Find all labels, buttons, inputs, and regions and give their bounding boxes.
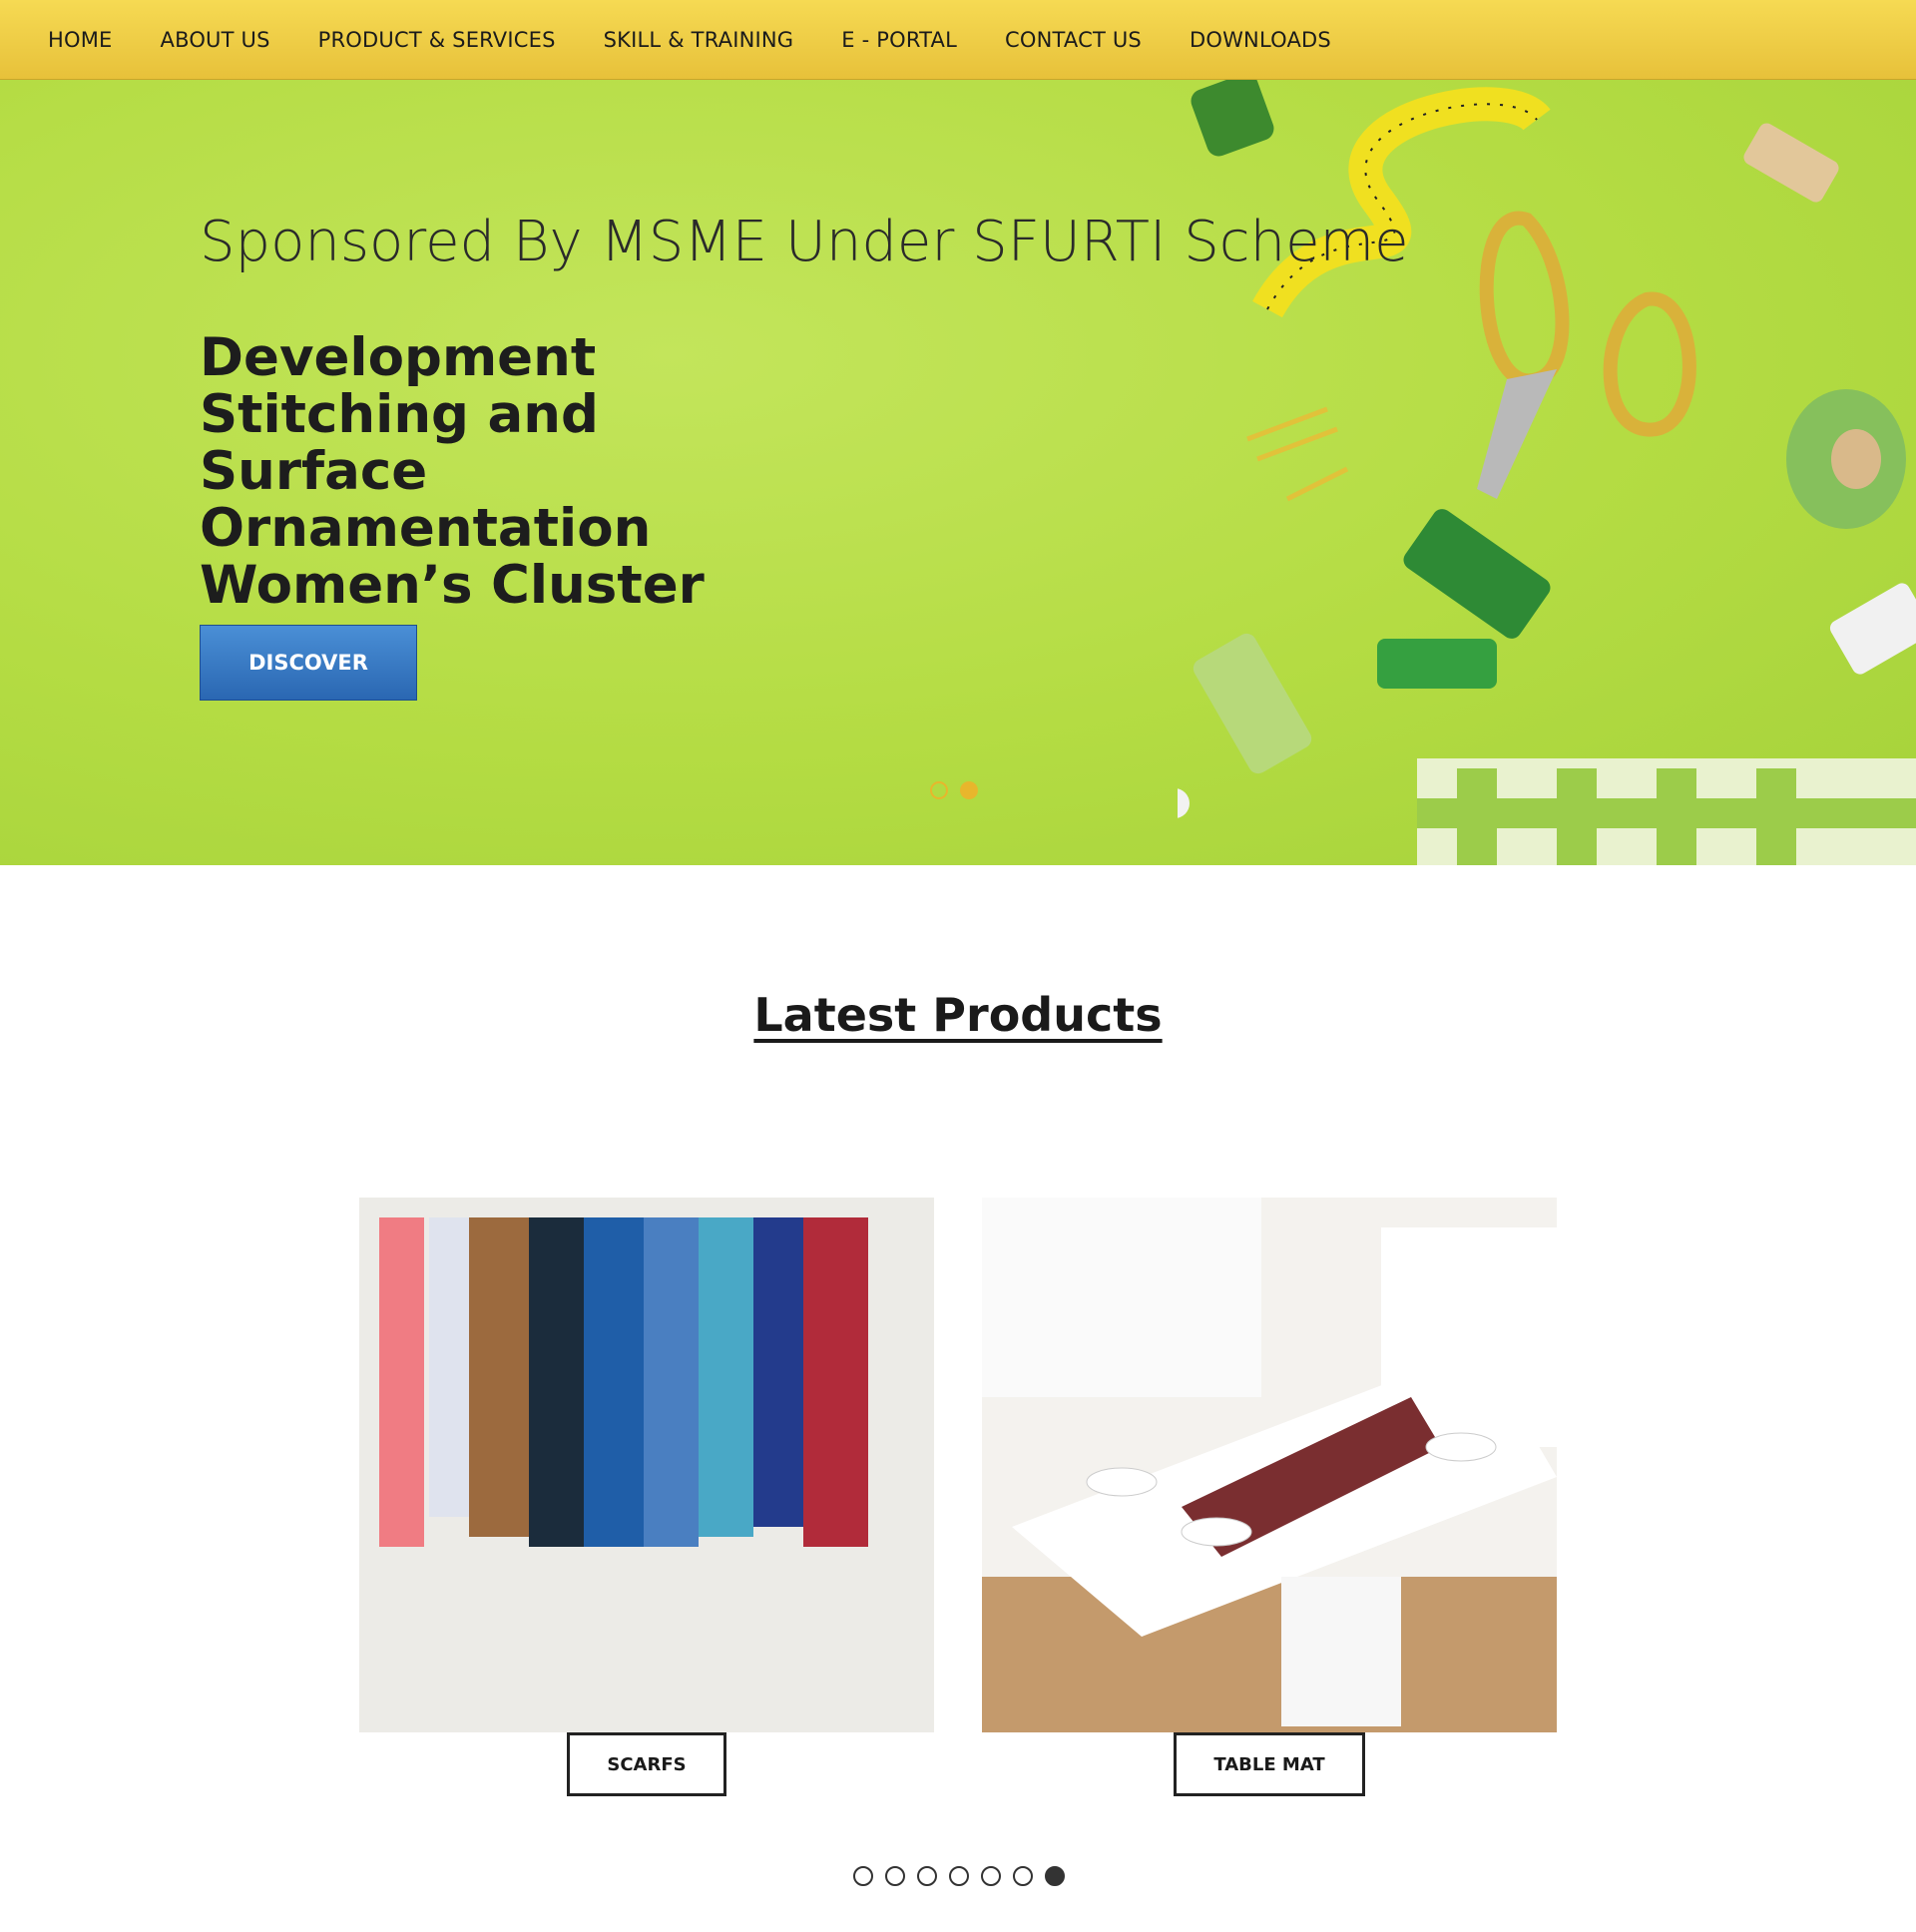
products-dot-3[interactable]	[917, 1866, 937, 1886]
nav-about-us[interactable]: ABOUT US	[161, 28, 270, 52]
nav-skill-training[interactable]: SKILL & TRAINING	[604, 28, 794, 52]
hero-banner: Sponsored By MSME Under SFURTI Scheme De…	[0, 80, 1916, 865]
product-card-table-mat[interactable]	[982, 1198, 1557, 1732]
products-dot-5[interactable]	[981, 1866, 1001, 1886]
top-navigation: HOME ABOUT US PRODUCT & SERVICES SKILL &…	[0, 0, 1916, 80]
hero-dot-1[interactable]	[930, 781, 948, 799]
nav-contact-us[interactable]: CONTACT US	[1005, 28, 1142, 52]
hero-dot-2[interactable]	[960, 781, 978, 799]
products-dot-1[interactable]	[853, 1866, 873, 1886]
products-dot-7[interactable]	[1045, 1866, 1065, 1886]
nav-home[interactable]: HOME	[48, 28, 113, 52]
table-mat-button[interactable]: TABLE MAT	[1174, 1732, 1365, 1796]
scarfs-photo	[359, 1198, 934, 1732]
hero-title: Development Stitching and Surface Orname…	[200, 327, 705, 616]
nav-menu: HOME ABOUT US PRODUCT & SERVICES SKILL &…	[0, 0, 1916, 80]
latest-products-heading: Latest Products	[753, 988, 1163, 1042]
nav-e-portal[interactable]: E - PORTAL	[841, 28, 957, 52]
nav-product-services[interactable]: PRODUCT & SERVICES	[318, 28, 556, 52]
discover-button[interactable]: DISCOVER	[200, 625, 417, 701]
nav-downloads[interactable]: DOWNLOADS	[1190, 28, 1331, 52]
products-dot-6[interactable]	[1013, 1866, 1033, 1886]
table-mat-photo	[982, 1198, 1557, 1732]
scarfs-button[interactable]: SCARFS	[567, 1732, 726, 1796]
hero-subtitle: Sponsored By MSME Under SFURTI Scheme	[200, 210, 1409, 274]
product-card-scarfs[interactable]	[359, 1198, 934, 1732]
products-slider-dots	[853, 1866, 1065, 1886]
hero-slider-dots	[930, 781, 978, 799]
products-dot-2[interactable]	[885, 1866, 905, 1886]
sewing-supplies-image	[1178, 80, 1916, 865]
products-dot-4[interactable]	[949, 1866, 969, 1886]
